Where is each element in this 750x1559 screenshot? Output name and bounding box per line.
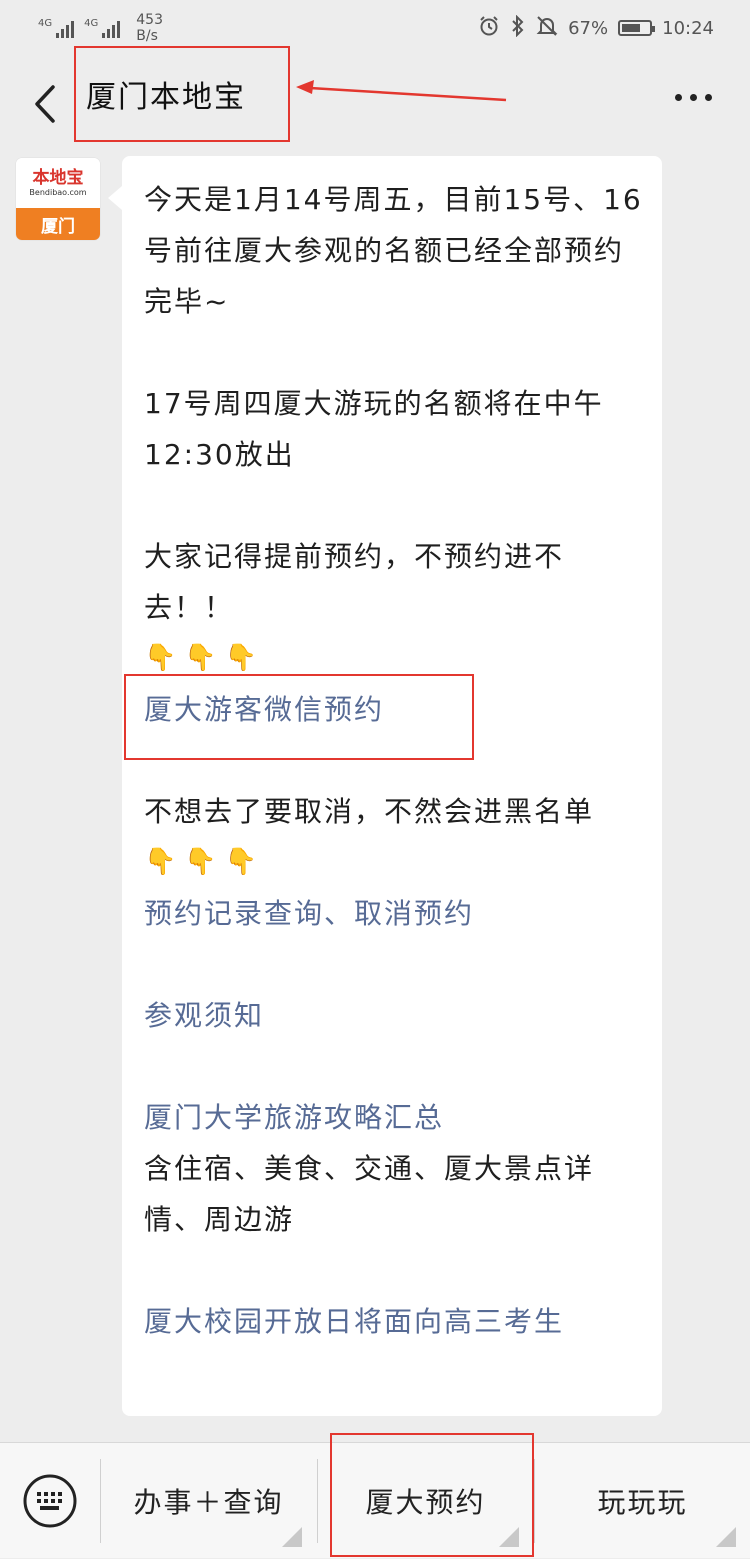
avatar-site: Bendibao.com [29, 188, 87, 197]
message-paragraph: 大家记得提前预约，不预约进不去！！ [144, 540, 565, 624]
network-type: 4G [38, 18, 53, 29]
status-right: 67% 10:24 [478, 14, 714, 42]
menu-item-fun[interactable]: 玩玩玩 [535, 1443, 750, 1559]
bluetooth-icon [510, 14, 526, 42]
menu-item-label: 玩玩玩 [597, 1486, 688, 1519]
menu-highlight-box [330, 1433, 534, 1557]
network-speed: 453 B/s [136, 12, 163, 44]
link-open-day[interactable]: 厦大校园开放日将面向高三考生 [144, 1296, 644, 1347]
avatar-brand: 本地宝 [32, 168, 84, 188]
menu-item-services[interactable]: 办事＋查询 [101, 1443, 316, 1559]
status-left: 4G 4G 453 B/s [38, 12, 163, 44]
more-icon[interactable] [675, 94, 712, 101]
pointing-down-icon: 👇👇👇 [144, 847, 266, 877]
message-bubble: 今天是1月14号周五，目前15号、16号前往厦大参观的名额已经全部预约完毕~ 1… [108, 156, 662, 1416]
keyboard-icon[interactable] [22, 1473, 78, 1529]
alarm-icon [478, 15, 500, 42]
bottom-menu: 办事＋查询 厦大预约 玩玩玩 [0, 1433, 750, 1559]
signal-icon: 4G [84, 18, 121, 38]
back-icon[interactable] [28, 82, 62, 126]
battery-percent: 67% [568, 17, 609, 39]
message-paragraph: 含住宿、美食、交通、厦大景点详情、周边游 [144, 1152, 595, 1236]
message-content: 今天是1月14号周五，目前15号、16号前往厦大参观的名额已经全部预约完毕~ 1… [144, 174, 644, 1347]
avatar[interactable]: 本地宝 Bendibao.com 厦门 [16, 158, 100, 240]
mute-icon [536, 15, 558, 42]
title-highlight-box: 厦门本地宝 [74, 46, 290, 142]
battery-icon [618, 20, 656, 36]
network-speed-unit: B/s [136, 28, 158, 44]
submenu-indicator-icon [716, 1527, 736, 1547]
link-travel-guide[interactable]: 厦门大学旅游攻略汇总 [144, 1092, 644, 1143]
message-paragraph: 今天是1月14号周五，目前15号、16号前往厦大参观的名额已经全部预约完毕~ [144, 183, 643, 318]
link-visit-notice[interactable]: 参观须知 [144, 990, 644, 1041]
menu-item-label: 办事＋查询 [133, 1486, 284, 1519]
message-paragraph: 17号周四厦大游玩的名额将在中午12:30放出 [144, 387, 604, 471]
battery-fill [622, 24, 640, 32]
link-highlight-box [124, 674, 474, 760]
red-arrow-annotation [296, 80, 507, 102]
clock: 10:24 [662, 17, 714, 39]
message-paragraph: 不想去了要取消，不然会进黑名单 [144, 795, 595, 828]
network-speed-value: 453 [136, 12, 163, 28]
avatar-city: 厦门 [16, 208, 100, 240]
link-reservation-query[interactable]: 预约记录查询、取消预约 [144, 888, 644, 939]
page-title: 厦门本地宝 [86, 80, 246, 115]
network-type: 4G [84, 18, 99, 29]
submenu-indicator-icon [282, 1527, 302, 1547]
signal-icon: 4G [38, 18, 75, 38]
chat-header: 厦门本地宝 [0, 46, 750, 152]
